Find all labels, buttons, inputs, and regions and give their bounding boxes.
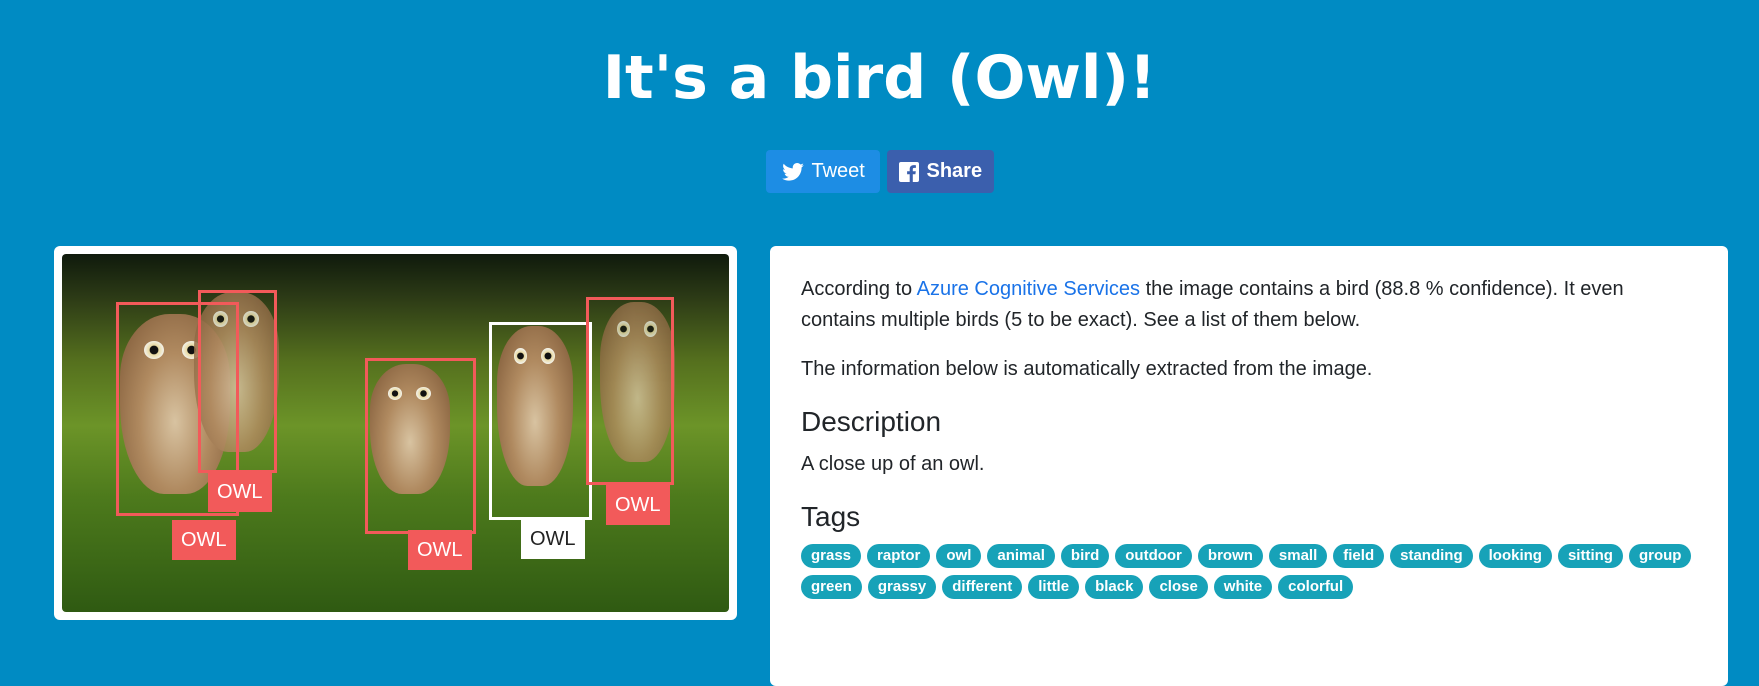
twitter-bird-icon — [781, 162, 804, 181]
detection-label-selected: OWL — [521, 519, 585, 559]
detection-label: OWL — [172, 520, 236, 560]
share-buttons: Tweet Share — [0, 150, 1759, 193]
tag: raptor — [867, 544, 931, 568]
azure-link[interactable]: Azure Cognitive Services — [917, 278, 1140, 300]
tag: close — [1149, 575, 1208, 599]
detection-box[interactable] — [198, 290, 277, 473]
tag-list: grass raptor owl animal bird outdoor bro… — [801, 544, 1701, 599]
share-label: Share — [926, 160, 983, 182]
tag: white — [1213, 575, 1273, 599]
owl-photo: OWL OWL OWL OWL OWL — [62, 254, 729, 612]
tag: little — [1028, 575, 1080, 599]
tag: green — [801, 575, 862, 599]
tag: group — [1628, 544, 1692, 568]
tag: outdoor — [1115, 544, 1192, 568]
tag: animal — [987, 544, 1055, 568]
tag: brown — [1197, 544, 1263, 568]
facebook-share-button[interactable]: Share — [886, 150, 994, 193]
description-text: A close up of an owl. — [801, 453, 985, 475]
tweet-label: Tweet — [811, 160, 865, 182]
intro-paragraph: According to Azure Cognitive Services th… — [801, 274, 1697, 336]
detection-label: OWL — [408, 530, 472, 570]
tag: standing — [1390, 544, 1473, 568]
detection-label: OWL — [606, 485, 670, 525]
facebook-icon — [898, 161, 919, 182]
tag: black — [1085, 575, 1144, 599]
detection-label: OWL — [208, 472, 272, 512]
tag: field — [1333, 544, 1385, 568]
description-heading: Description — [801, 406, 942, 437]
detection-box[interactable] — [365, 358, 476, 534]
intro-prefix: According to — [801, 278, 917, 300]
tag: grass — [801, 544, 862, 568]
tag: sitting — [1557, 544, 1623, 568]
detection-box-selected[interactable] — [489, 322, 592, 520]
tag: looking — [1478, 544, 1552, 568]
page-title: It's a bird (Owl)! — [602, 43, 1157, 113]
tag: bird — [1060, 544, 1110, 568]
info-card: According to Azure Cognitive Services th… — [770, 246, 1728, 686]
auto-note: The information below is automatically e… — [801, 358, 1373, 380]
tag: grassy — [867, 575, 937, 599]
tweet-button[interactable]: Tweet — [765, 150, 880, 193]
tag: owl — [936, 544, 982, 568]
detection-box[interactable] — [586, 297, 674, 485]
image-card: OWL OWL OWL OWL OWL — [54, 246, 737, 620]
tags-heading: Tags — [801, 501, 861, 532]
tag: colorful — [1278, 575, 1354, 599]
tag: different — [942, 575, 1023, 599]
tag: small — [1268, 544, 1328, 568]
